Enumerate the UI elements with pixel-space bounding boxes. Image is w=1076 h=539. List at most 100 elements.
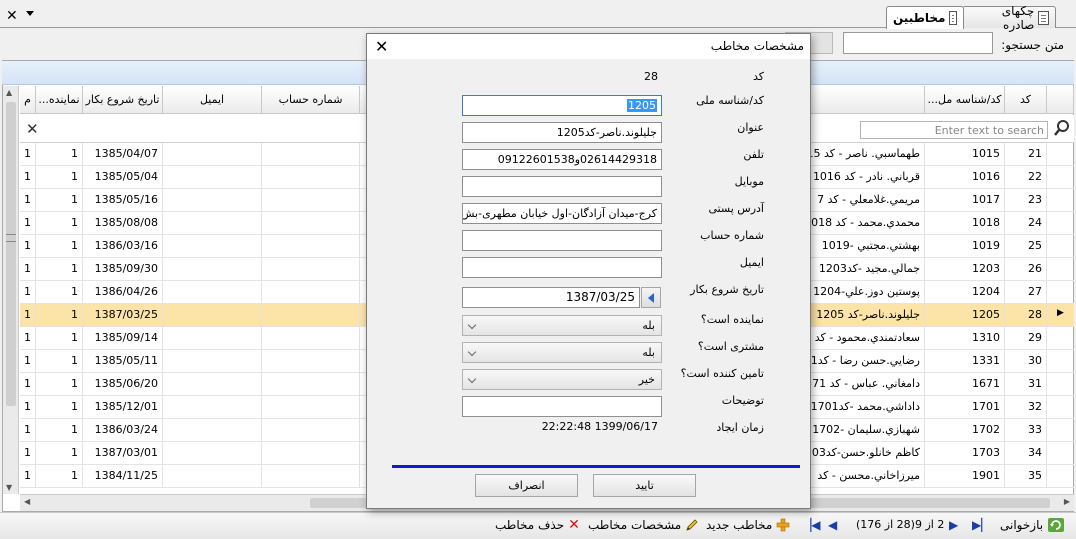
cell-email	[163, 419, 262, 442]
created-time-value: 22:22:48 1399/06/17	[541, 420, 658, 433]
customer-select[interactable]: بله	[462, 342, 662, 363]
address-input[interactable]: کرج-میدان آزادگان-اول خیابان مطهری-بش پ	[462, 203, 662, 224]
contact-details-button[interactable]: مشخصات مخاطب	[588, 516, 699, 534]
close-tab-icon[interactable]: ✕	[6, 8, 18, 24]
phone-input[interactable]: 02614429318و09122601538	[462, 149, 662, 170]
cell-start-date: 1387/03/01	[83, 442, 163, 465]
delete-contact-button[interactable]: ✕ حذف مخاطب	[495, 516, 580, 534]
email-label: ایمیل	[739, 256, 764, 269]
cell-start-date: 1386/03/24	[83, 419, 163, 442]
tab-contacts[interactable]: مخاطبین	[886, 6, 964, 29]
tab-menu-dropdown-icon[interactable]	[26, 11, 34, 16]
last-page-button[interactable]: ▶▏	[972, 518, 990, 532]
cell-m: 1	[20, 258, 36, 281]
representative-select[interactable]: بله	[462, 315, 662, 336]
cell-no: 30	[1005, 350, 1047, 373]
mobile-input[interactable]	[462, 176, 662, 197]
cell-no: 32	[1005, 396, 1047, 419]
cell-representative: 1	[36, 442, 83, 465]
scroll-thumb[interactable]	[6, 102, 16, 406]
cell-account	[262, 419, 360, 442]
cell-email	[163, 212, 262, 235]
cell-account	[262, 212, 360, 235]
cell-email	[163, 304, 262, 327]
search-label: متن جستجو:	[1001, 38, 1064, 52]
column-header-national-id[interactable]: کد/شناسه مل...	[925, 86, 1005, 114]
national-id-selected-text: 1205	[627, 99, 657, 112]
clear-filter-icon[interactable]: ✕	[26, 120, 39, 138]
new-contact-label: مخاطب جدید	[706, 518, 773, 532]
cell-national-id: 1205	[925, 304, 1005, 327]
column-header-start-date[interactable]: تاریخ شروع بکار	[83, 86, 163, 114]
cell-no: 27	[1005, 281, 1047, 304]
scroll-right-icon[interactable]: ▶	[1064, 497, 1070, 506]
vertical-scrollbar[interactable]: ▲ ▼	[3, 86, 19, 494]
cell-account	[262, 258, 360, 281]
search-input[interactable]	[843, 32, 993, 54]
column-header-account[interactable]: شماره حساب	[262, 86, 360, 114]
column-header-m[interactable]: م	[20, 86, 36, 114]
cell-no: 31	[1005, 373, 1047, 396]
scroll-up-icon[interactable]: ▲	[6, 88, 12, 97]
national-id-input[interactable]: 1205	[462, 95, 662, 116]
code-label: کد	[752, 70, 764, 83]
filter-input[interactable]: Enter text to search	[860, 121, 1048, 139]
first-page-button[interactable]: ▕◀	[802, 518, 820, 532]
cell-national-id: 1019	[925, 235, 1005, 258]
cell-start-date: 1385/09/14	[83, 327, 163, 350]
column-header-representative[interactable]: نماینده...	[36, 86, 83, 114]
chevron-down-icon	[467, 374, 477, 384]
document-icon	[1038, 10, 1049, 25]
cancel-button[interactable]: انصراف	[475, 474, 578, 497]
supplier-label: تامین کننده است؟	[680, 367, 764, 380]
supplier-select[interactable]: خیر	[462, 369, 662, 390]
reload-button[interactable]: بازخوانی	[1000, 516, 1065, 534]
first-page-icon: ▕◀	[802, 518, 821, 532]
title-input[interactable]: جلیلوند.ناصر-کد1205	[462, 122, 662, 143]
cell-national-id: 1702	[925, 419, 1005, 442]
ok-button[interactable]: تایید	[593, 474, 696, 497]
dialog-close-icon[interactable]: ✕	[375, 37, 388, 56]
cell-account	[262, 396, 360, 419]
cell-no: 26	[1005, 258, 1047, 281]
cell-account	[262, 189, 360, 212]
previous-page-button[interactable]: ◀	[828, 518, 837, 532]
cell-representative: 1	[36, 465, 83, 488]
account-input[interactable]	[462, 230, 662, 251]
description-label: توضیحات	[721, 394, 764, 407]
tab-issued-checks[interactable]: چکهای صادره	[962, 4, 1056, 32]
cell-email	[163, 166, 262, 189]
new-contact-button[interactable]: مخاطب جدید	[706, 516, 790, 534]
cell-email	[163, 327, 262, 350]
cell-email	[163, 396, 262, 419]
next-page-button[interactable]: ▶	[949, 518, 958, 532]
cell-start-date: 1386/04/26	[83, 281, 163, 304]
email-input[interactable]	[462, 257, 662, 278]
cell-account	[262, 442, 360, 465]
description-input[interactable]	[462, 396, 662, 417]
representative-select-value: بله	[642, 319, 655, 332]
scroll-left-icon[interactable]: ◀	[24, 497, 30, 506]
scroll-down-icon[interactable]: ▼	[6, 483, 12, 492]
cell-no: 22	[1005, 166, 1047, 189]
tab-label: مخاطبین	[893, 11, 946, 25]
cell-m: 1	[20, 143, 36, 166]
date-picker-arrow-icon[interactable]	[641, 287, 661, 308]
cell-no: 23	[1005, 189, 1047, 212]
column-header-no[interactable]: کد	[1005, 86, 1047, 114]
start-date-input[interactable]: 1387/03/25	[462, 287, 640, 308]
cell-national-id: 1204	[925, 281, 1005, 304]
column-header-email[interactable]: ایمیل	[163, 86, 262, 114]
next-page-icon: ▶	[949, 518, 959, 532]
cell-representative: 1	[36, 258, 83, 281]
cell-account	[262, 143, 360, 166]
previous-page-icon: ◀	[828, 518, 838, 532]
cell-representative: 1	[36, 166, 83, 189]
supplier-select-value: خیر	[638, 373, 655, 386]
column-header-indicator	[1047, 86, 1074, 114]
cell-no: 24	[1005, 212, 1047, 235]
cell-m: 1	[20, 281, 36, 304]
document-icon	[949, 11, 957, 25]
cell-start-date: 1385/05/16	[83, 189, 163, 212]
address-label: آدرس پستی	[708, 202, 764, 215]
